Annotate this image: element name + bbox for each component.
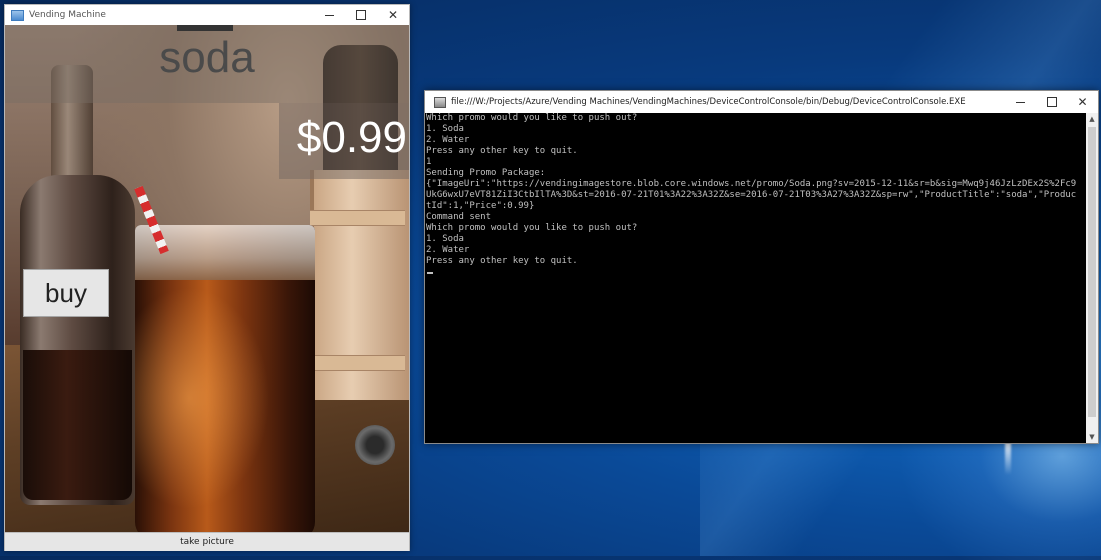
buy-button[interactable]: buy	[23, 269, 109, 317]
console-line: tId":1,"Price":0.99}	[426, 201, 535, 211]
console-line: Sending Promo Package:	[426, 168, 546, 178]
console-line: 2. Water	[426, 135, 470, 145]
scroll-down-icon[interactable]: ▼	[1086, 431, 1098, 443]
text-cursor	[427, 272, 433, 274]
minimize-icon	[324, 14, 334, 16]
product-title: soda	[159, 33, 255, 82]
scroll-up-icon[interactable]: ▲	[1086, 113, 1098, 125]
bottle-liquid	[23, 350, 132, 500]
maximize-button[interactable]	[345, 5, 377, 25]
price-label: $0.99	[296, 113, 407, 162]
console-minimize-button[interactable]	[1005, 91, 1036, 113]
close-icon: ✕	[387, 8, 399, 22]
console-line: 1	[426, 157, 432, 167]
console-titlebar[interactable]: file:///W:/Projects/Azure/Vending Machin…	[425, 91, 1098, 113]
console-line: 1. Soda	[426, 124, 464, 134]
console-line: Command sent	[426, 212, 492, 222]
console-title: file:///W:/Projects/Azure/Vending Machin…	[451, 97, 966, 107]
console-output[interactable]: Which promo would you like to push out? …	[425, 113, 1086, 443]
console-close-button[interactable]: ✕	[1067, 91, 1098, 113]
minimize-icon	[1016, 101, 1025, 103]
vending-window-title: Vending Machine	[29, 10, 106, 20]
crate-slat	[310, 210, 405, 226]
console-maximize-button[interactable]	[1036, 91, 1067, 113]
console-scrollbar[interactable]: ▲ ▼	[1086, 113, 1098, 443]
console-line: {"ImageUri":"https://vendingimagestore.b…	[426, 179, 1077, 189]
console-icon	[434, 96, 446, 108]
console-line: Which promo would you like to push out?	[426, 113, 638, 123]
maximize-icon	[1046, 97, 1057, 107]
minimize-button[interactable]	[313, 5, 345, 25]
console-line: 2. Water	[426, 245, 470, 255]
maximize-icon	[356, 10, 366, 20]
vending-machine-window[interactable]: Vending Machine ✕ soda $0.99 buy take pi…	[4, 4, 410, 551]
bottle-opener	[355, 425, 395, 465]
close-icon: ✕	[1077, 95, 1088, 109]
close-button[interactable]: ✕	[377, 5, 409, 25]
top-tab	[177, 25, 233, 31]
console-line: Press any other key to quit.	[426, 146, 578, 156]
vending-window-titlebar[interactable]: Vending Machine ✕	[5, 5, 409, 25]
console-cursor-line	[425, 267, 1086, 278]
window-controls: ✕	[313, 5, 409, 25]
console-line: 1. Soda	[426, 234, 464, 244]
crate-slat	[310, 355, 405, 371]
app-icon	[11, 9, 24, 21]
console-line: UkG6wxU7eVT81ZiI3CtbIlTA%3D&st=2016-07-2…	[426, 190, 1077, 200]
console-window[interactable]: file:///W:/Projects/Azure/Vending Machin…	[424, 90, 1099, 444]
take-picture-button[interactable]: take picture	[5, 532, 409, 551]
price-box: $0.99	[279, 103, 409, 179]
console-line: Which promo would you like to push out?	[426, 223, 638, 233]
console-window-controls: ✕	[1005, 91, 1098, 113]
product-image: soda $0.99 buy	[5, 25, 409, 532]
console-line: Press any other key to quit.	[426, 256, 578, 266]
scrollbar-thumb[interactable]	[1088, 127, 1096, 417]
